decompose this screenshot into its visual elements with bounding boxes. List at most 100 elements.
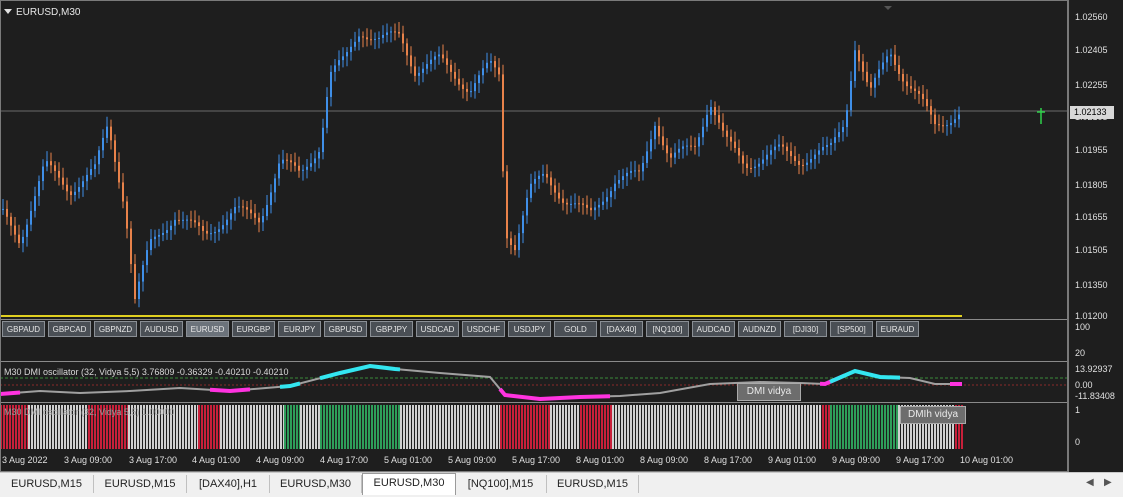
histogram-bar [238, 405, 240, 449]
candle-body [742, 155, 744, 164]
candle-body [150, 239, 152, 251]
histogram-bar [612, 405, 614, 449]
histogram-bar [714, 405, 716, 449]
chart-tab[interactable]: EURUSD,M15 [547, 475, 639, 493]
histogram-bar [400, 405, 402, 449]
candle-body [630, 170, 632, 173]
histogram-bar [320, 405, 322, 449]
symbol-button-gbpcad[interactable]: GBPCAD [48, 321, 91, 337]
candle-body [606, 197, 608, 202]
histogram-bar [732, 405, 734, 449]
histogram-bar [332, 405, 334, 449]
symbol-button-gbpnzd[interactable]: GBPNZD [94, 321, 137, 337]
histogram-bar [312, 405, 314, 449]
candle-body [942, 125, 944, 127]
symbol-button-audnzd[interactable]: AUDNZD [738, 321, 781, 337]
histogram-bar [583, 405, 585, 449]
symbol-button-usdcad[interactable]: USDCAD [416, 321, 459, 337]
candle-body [166, 230, 168, 233]
dmih-vidya-button[interactable]: DMIh vidya [900, 406, 966, 424]
chart-window[interactable]: EURUSD,M30 GBPAUD GBPCAD GBPNZD AUDUSD EURUS… [0, 0, 1123, 472]
histogram-bar [268, 405, 270, 449]
histogram-bar [795, 405, 797, 449]
histogram-bar [365, 405, 367, 449]
chevron-down-icon[interactable] [4, 9, 12, 14]
histogram-bar [639, 405, 641, 449]
symbol-button-eurusd[interactable]: EURUSD [186, 321, 229, 337]
scroll-marker-icon[interactable] [884, 6, 892, 10]
panel2-axis-top: 13.92937 [1075, 364, 1113, 374]
symbol-button-gbpusd[interactable]: GBPUSD [324, 321, 367, 337]
candle-body [570, 203, 572, 205]
separator-2[interactable] [1, 361, 1068, 362]
candle-body [918, 90, 920, 94]
histogram-bar [881, 405, 883, 449]
symbol-button-audcad[interactable]: AUDCAD [692, 321, 735, 337]
candle-body [694, 145, 696, 147]
histogram-bar [687, 405, 689, 449]
candle-body [590, 207, 592, 211]
candle-body [10, 216, 12, 226]
candle-body [190, 219, 192, 221]
chart-tab[interactable]: [NQ100],M15 [455, 475, 547, 493]
histogram-bar [176, 405, 178, 449]
histogram-bar [506, 405, 508, 449]
tab-scroll-right-icon[interactable]: ▶ [1104, 477, 1112, 488]
symbol-button-eurjpy[interactable]: EURJPY [278, 321, 321, 337]
symbol-button-sp500[interactable]: [SP500] [830, 321, 873, 337]
symbol-button-gbpjpy[interactable]: GBPJPY [370, 321, 413, 337]
histogram-bar [421, 405, 423, 449]
histogram-bar [472, 405, 474, 449]
histogram-bar [669, 405, 671, 449]
histogram-bar [777, 405, 779, 449]
chart-tab[interactable]: EURUSD,M30 [362, 473, 456, 495]
symbol-button-gbpaud[interactable]: GBPAUD [2, 321, 45, 337]
candle-body [910, 86, 912, 89]
histogram-bar [672, 405, 674, 449]
symbol-button-gold[interactable]: GOLD [554, 321, 597, 337]
symbol-button-nq100[interactable]: [NQ100] [646, 321, 689, 337]
symbol-button-audusd[interactable]: AUDUSD [140, 321, 183, 337]
candle-body [850, 80, 852, 111]
symbol-button-euraud[interactable]: EURAUD [876, 321, 919, 337]
time-axis-label: 10 Aug 01:00 [960, 455, 1014, 465]
candle-body [14, 225, 16, 235]
dmi-vidya-button[interactable]: DMI vidya [737, 383, 801, 401]
symbol-button-eurgbp[interactable]: EURGBP [232, 321, 275, 337]
histogram-bar [216, 405, 218, 449]
chart-tab[interactable]: EURUSD,M15 [94, 475, 187, 493]
candle-body [494, 61, 496, 68]
candle-body [682, 146, 684, 149]
histogram-bar [463, 405, 465, 449]
symbol-button-dax40[interactable]: [DAX40] [600, 321, 643, 337]
chart-tab[interactable]: EURUSD,M15 [0, 475, 94, 493]
price-axis[interactable] [1068, 0, 1123, 472]
symbol-button-usdchf[interactable]: USDCHF [462, 321, 505, 337]
candle-body [514, 244, 516, 251]
separator-1[interactable] [1, 319, 1068, 320]
chart-tab[interactable]: EURUSD,M30 [270, 475, 362, 493]
histogram-bar [433, 405, 435, 449]
histogram-bar [188, 405, 190, 449]
chart-tab[interactable]: [DAX40],H1 [187, 475, 270, 493]
histogram-bar [618, 405, 620, 449]
candle-body [38, 181, 40, 197]
candle-body [502, 74, 504, 172]
histogram-bar [627, 405, 629, 449]
histogram-bar [660, 405, 662, 449]
separator-3[interactable] [1, 402, 1068, 403]
symbol-button-usdjpy[interactable]: USDJPY [508, 321, 551, 337]
candle-body [266, 204, 268, 217]
candle-body [782, 144, 784, 147]
histogram-bar [280, 405, 282, 449]
candle-body [58, 170, 60, 178]
window-title[interactable]: EURUSD,M30 [4, 7, 80, 18]
symbol-button-dji30[interactable]: [DJI30] [784, 321, 827, 337]
histogram-bar [229, 405, 231, 449]
candle-body [714, 107, 716, 116]
candle-body [66, 184, 68, 192]
histogram-bar [335, 405, 337, 449]
candle-body [490, 61, 492, 63]
tab-scroll-left-icon[interactable]: ◀ [1086, 477, 1094, 488]
candle-body [94, 164, 96, 170]
